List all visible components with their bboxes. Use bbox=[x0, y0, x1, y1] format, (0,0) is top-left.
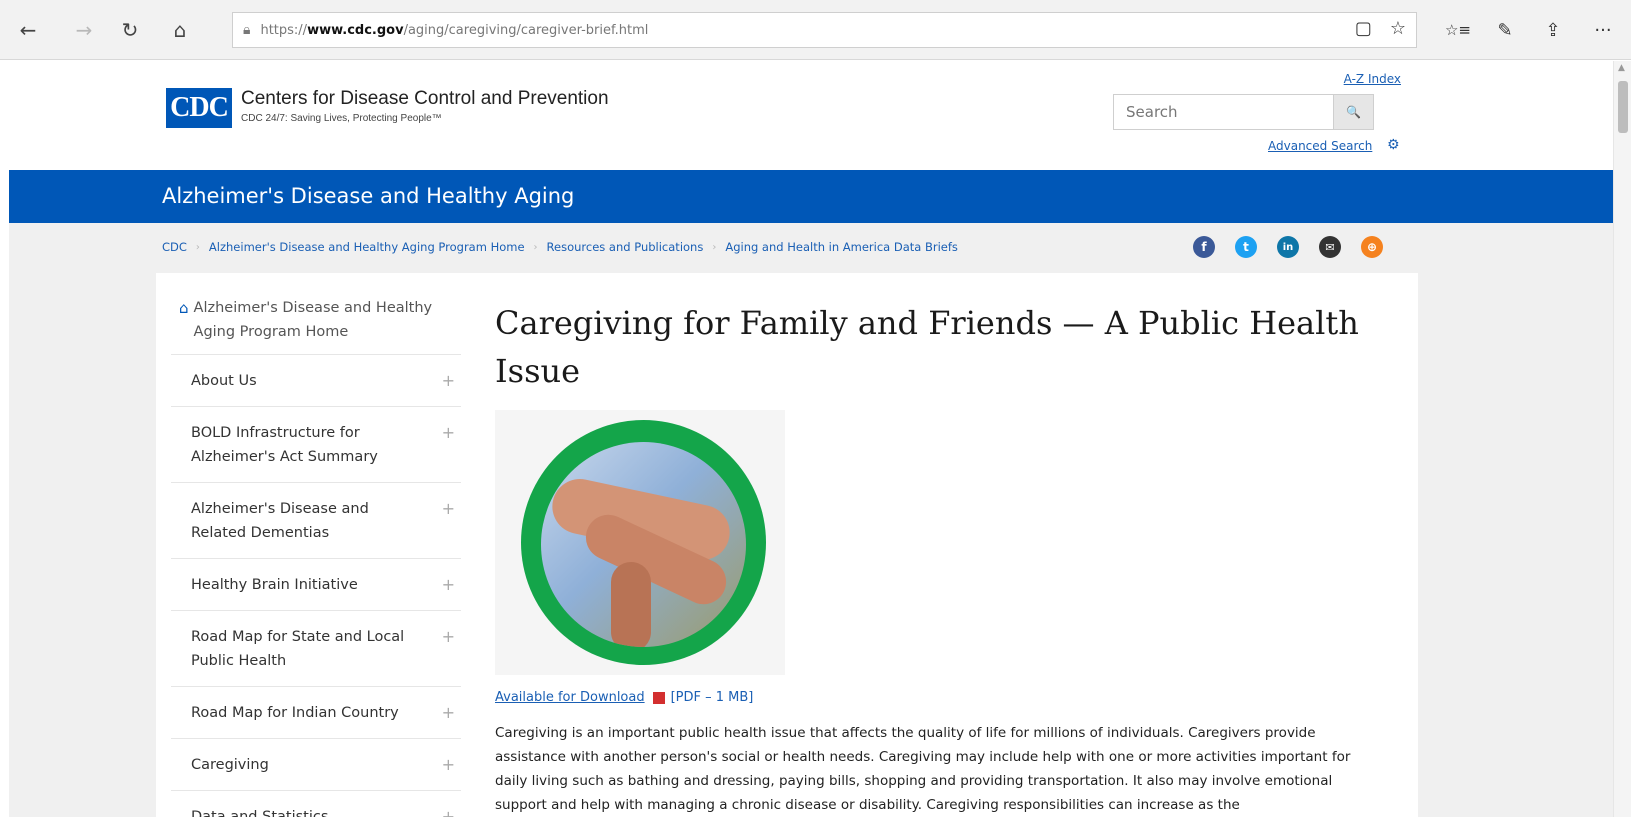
org-tagline: CDC 24/7: Saving Lives, Protecting Peopl… bbox=[241, 113, 442, 124]
download-row: Available for Download [PDF – 1 MB] bbox=[495, 690, 1395, 705]
site-header: CDC Centers for Disease Control and Prev… bbox=[9, 61, 1613, 176]
expand-icon[interactable]: + bbox=[442, 421, 455, 445]
download-link[interactable]: Available for Download bbox=[495, 690, 645, 705]
cdc-logo[interactable]: CDC bbox=[166, 88, 232, 128]
sidebar-item-label: About Us bbox=[191, 373, 257, 389]
address-bar[interactable]: 🔒︎ https://www.cdc.gov/aging/caregiving/… bbox=[232, 12, 1417, 48]
breadcrumb-item[interactable]: Aging and Health in America Data Briefs bbox=[725, 240, 958, 254]
pdf-icon bbox=[652, 691, 665, 704]
page-title: Caregiving for Family and Friends — A Pu… bbox=[495, 304, 1359, 390]
breadcrumb-separator: › bbox=[712, 241, 717, 253]
url-text: https://www.cdc.gov/aging/caregiving/car… bbox=[260, 22, 649, 38]
email-icon[interactable]: ✉ bbox=[1319, 236, 1341, 258]
breadcrumb-separator: › bbox=[195, 241, 200, 253]
az-index-link[interactable]: A-Z Index bbox=[1344, 72, 1401, 86]
reading-view-icon[interactable]: ▢ bbox=[1355, 18, 1372, 39]
search-form: 🔍 bbox=[1113, 94, 1374, 130]
breadcrumb-item[interactable]: Resources and Publications bbox=[547, 240, 704, 254]
section-banner: Alzheimer's Disease and Healthy Aging bbox=[9, 170, 1613, 223]
search-input[interactable] bbox=[1114, 95, 1333, 129]
sidebar-item-label: Healthy Brain Initiative bbox=[191, 577, 358, 593]
browser-toolbar: ← → ↻ ⌂ 🔒︎ https://www.cdc.gov/aging/car… bbox=[0, 0, 1631, 60]
back-arrow-icon: ← bbox=[19, 18, 37, 42]
expand-icon[interactable]: + bbox=[442, 625, 455, 649]
sidebar-item-label: Caregiving bbox=[191, 757, 269, 773]
home-icon: ⌂ bbox=[179, 299, 189, 317]
hero-image bbox=[495, 410, 785, 675]
home-icon: ⌂ bbox=[173, 18, 187, 42]
expand-icon[interactable]: + bbox=[442, 369, 455, 393]
twitter-icon[interactable]: t bbox=[1235, 236, 1257, 258]
breadcrumb-separator: › bbox=[533, 241, 538, 253]
expand-icon[interactable]: + bbox=[442, 497, 455, 521]
share-icon: ⇪ bbox=[1545, 19, 1561, 41]
content-card: ⌂ Alzheimer's Disease and Healthy Aging … bbox=[156, 273, 1418, 817]
syndicate-icon[interactable]: ⊕ bbox=[1361, 236, 1383, 258]
sidebar-item-road-map-indian[interactable]: Road Map for Indian Country + bbox=[171, 687, 461, 739]
breadcrumb-item[interactable]: CDC bbox=[162, 240, 187, 254]
lock-icon: 🔒︎ bbox=[243, 22, 251, 38]
forward-button[interactable]: → bbox=[68, 12, 100, 48]
hand-shape bbox=[611, 562, 651, 647]
breadcrumb-item[interactable]: Alzheimer's Disease and Healthy Aging Pr… bbox=[209, 240, 525, 254]
sidebar-item-label: Road Map for Indian Country bbox=[191, 705, 399, 721]
sidebar-item-label: Alzheimer's Disease and Related Dementia… bbox=[191, 501, 369, 541]
more-icon: ··· bbox=[1594, 19, 1612, 41]
sidebar-item-label: Data and Statistics bbox=[191, 809, 329, 817]
search-icon: 🔍 bbox=[1346, 105, 1361, 119]
favorites-icon: ☆≡ bbox=[1444, 21, 1471, 39]
side-navigation: ⌂ Alzheimer's Disease and Healthy Aging … bbox=[171, 296, 461, 817]
sidebar-item-data[interactable]: Data and Statistics + bbox=[171, 791, 461, 817]
notes-button[interactable]: ✎ bbox=[1488, 12, 1522, 48]
sidebar-item-bold[interactable]: BOLD Infrastructure for Alzheimer's Act … bbox=[171, 407, 461, 483]
gear-icon[interactable]: ⚙ bbox=[1387, 137, 1400, 153]
org-name[interactable]: Centers for Disease Control and Preventi… bbox=[241, 88, 609, 110]
search-button[interactable]: 🔍 bbox=[1333, 95, 1373, 129]
more-button[interactable]: ··· bbox=[1586, 12, 1620, 48]
sidebar-item-adrd[interactable]: Alzheimer's Disease and Related Dementia… bbox=[171, 483, 461, 559]
sidebar-item-caregiving[interactable]: Caregiving + bbox=[171, 739, 461, 791]
forward-arrow-icon: → bbox=[75, 18, 93, 42]
page-scrollbar[interactable]: ▲ bbox=[1613, 61, 1631, 817]
hands-photo bbox=[541, 442, 746, 647]
scroll-up-icon[interactable]: ▲ bbox=[1618, 63, 1625, 73]
pen-icon: ✎ bbox=[1497, 19, 1513, 41]
sidebar-item-healthy-brain[interactable]: Healthy Brain Initiative + bbox=[171, 559, 461, 611]
add-favorite-icon[interactable]: ☆ bbox=[1390, 18, 1406, 39]
back-button[interactable]: ← bbox=[12, 12, 44, 48]
sidebar-item-label: Road Map for State and Local Public Heal… bbox=[191, 629, 405, 669]
intro-paragraph: Caregiving is an important public health… bbox=[495, 725, 1351, 813]
main-content: Caregiving for Family and Friends — A Pu… bbox=[495, 299, 1395, 817]
refresh-button[interactable]: ↻ bbox=[114, 12, 146, 48]
expand-icon[interactable]: + bbox=[442, 701, 455, 725]
share-button[interactable]: ⇪ bbox=[1536, 12, 1570, 48]
sidebar-item-road-map-state[interactable]: Road Map for State and Local Public Heal… bbox=[171, 611, 461, 687]
sidebar-item-label: Alzheimer's Disease and Healthy Aging Pr… bbox=[193, 300, 433, 340]
facebook-icon[interactable]: f bbox=[1193, 236, 1215, 258]
favorites-button[interactable]: ☆≡ bbox=[1441, 12, 1475, 48]
linkedin-icon[interactable]: in bbox=[1277, 236, 1299, 258]
refresh-icon: ↻ bbox=[121, 18, 139, 42]
scroll-thumb[interactable] bbox=[1618, 81, 1628, 133]
social-share-bar: f t in ✉ ⊕ bbox=[1193, 236, 1383, 258]
section-title[interactable]: Alzheimer's Disease and Healthy Aging bbox=[162, 184, 574, 208]
breadcrumb: CDC › Alzheimer's Disease and Healthy Ag… bbox=[162, 240, 958, 254]
expand-icon[interactable]: + bbox=[442, 753, 455, 777]
advanced-search-link[interactable]: Advanced Search bbox=[1268, 139, 1372, 153]
sidebar-item-home[interactable]: ⌂ Alzheimer's Disease and Healthy Aging … bbox=[171, 296, 461, 355]
hero-circle bbox=[521, 420, 766, 665]
download-meta: [PDF – 1 MB] bbox=[670, 690, 754, 705]
expand-icon[interactable]: + bbox=[442, 573, 455, 597]
home-button[interactable]: ⌂ bbox=[164, 12, 196, 48]
page-viewport: CDC Centers for Disease Control and Prev… bbox=[9, 61, 1613, 817]
sidebar-item-about-us[interactable]: About Us + bbox=[171, 355, 461, 407]
sidebar-item-label: BOLD Infrastructure for Alzheimer's Act … bbox=[191, 425, 378, 465]
expand-icon[interactable]: + bbox=[442, 805, 455, 817]
